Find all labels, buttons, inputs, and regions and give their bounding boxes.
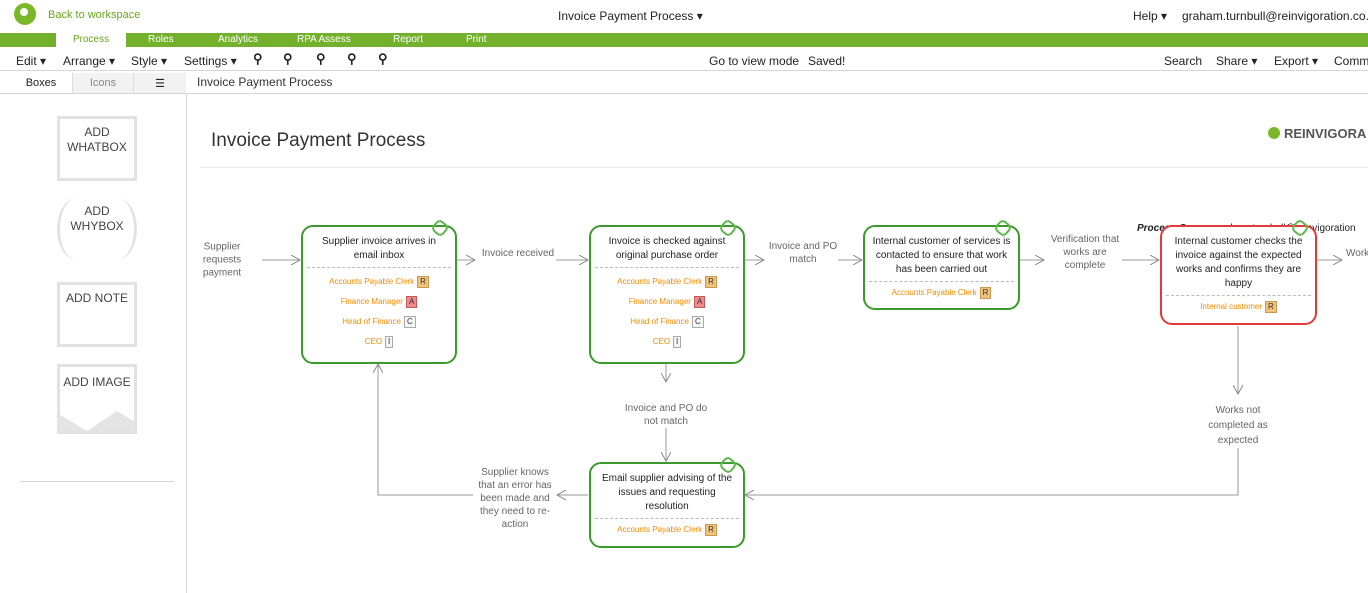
- whatbox-title: Internal customer checks the invoice aga…: [1174, 236, 1303, 289]
- why-works-cut[interactable]: Work: [1346, 247, 1368, 260]
- whatbox[interactable]: Invoice is checked against original purc…: [589, 218, 745, 364]
- whatbox-title: Supplier invoice arrives in email inbox: [322, 236, 436, 261]
- box-separator: [1166, 295, 1311, 296]
- role-name: Head of Finance: [342, 317, 401, 326]
- raci-badge: R: [1265, 301, 1277, 313]
- whatbox[interactable]: Supplier invoice arrives in email inbox …: [301, 218, 457, 364]
- connector: [378, 364, 473, 496]
- whatbox[interactable]: Internal customer of services is contact…: [863, 218, 1020, 310]
- whatbox-title: Internal customer of services is contact…: [872, 236, 1011, 275]
- box-separator: [307, 267, 451, 268]
- why-verification[interactable]: Verification that works are complete: [1044, 233, 1126, 272]
- why-po-match[interactable]: Invoice and PO match: [764, 240, 842, 266]
- connector: [745, 448, 1239, 495]
- role-item[interactable]: CEO I: [303, 336, 455, 348]
- box-separator: [595, 267, 739, 268]
- role-name: Accounts Payable Clerk: [329, 277, 415, 286]
- role-name: CEO: [652, 337, 671, 346]
- whatbox[interactable]: Email supplier advising of the issues an…: [589, 455, 745, 548]
- raci-badge: C: [403, 316, 416, 328]
- role-item[interactable]: Head of Finance C: [303, 316, 455, 328]
- why-invoice-received[interactable]: Invoice received: [478, 247, 558, 260]
- raci-badge: R: [705, 276, 717, 288]
- role-item[interactable]: Finance Manager A: [303, 296, 455, 308]
- role-item[interactable]: Internal customer R: [1162, 301, 1315, 313]
- why-supplier-knows[interactable]: Supplier knows that an error has been ma…: [473, 466, 557, 531]
- role-item[interactable]: Accounts Payable Clerk R: [865, 287, 1018, 299]
- role-name: Accounts Payable Clerk: [891, 288, 977, 297]
- why-supplier-requests[interactable]: Supplier requests payment: [200, 241, 244, 280]
- raci-badge: A: [693, 296, 706, 308]
- whatbox-title: Invoice is checked against original purc…: [608, 236, 726, 261]
- role-name: Finance Manager: [628, 297, 691, 306]
- whatbox[interactable]: Internal customer checks the invoice aga…: [1160, 218, 1317, 325]
- role-item[interactable]: Accounts Payable Clerk R: [591, 276, 743, 288]
- role-name: Accounts Payable Clerk: [617, 277, 703, 286]
- role-name: Finance Manager: [340, 297, 403, 306]
- whatbox-title: Email supplier advising of the issues an…: [601, 473, 733, 512]
- box-separator: [869, 281, 1014, 282]
- box-separator: [595, 518, 739, 519]
- role-item[interactable]: Accounts Payable Clerk R: [303, 276, 455, 288]
- raci-badge: R: [979, 287, 992, 299]
- role-name: Head of Finance: [630, 317, 689, 326]
- raci-badge: R: [417, 276, 429, 288]
- raci-badge: A: [405, 296, 418, 308]
- role-name: Internal customer: [1200, 302, 1263, 311]
- role-item[interactable]: Finance Manager A: [591, 296, 743, 308]
- raci-badge: C: [691, 316, 704, 328]
- role-name: CEO: [364, 337, 383, 346]
- role-item[interactable]: Accounts Payable Clerk R: [591, 524, 743, 536]
- raci-badge: I: [385, 336, 394, 348]
- role-item[interactable]: Head of Finance C: [591, 316, 743, 328]
- role-item[interactable]: CEO I: [591, 336, 743, 348]
- why-po-no-match[interactable]: Invoice and PO do not match: [624, 402, 708, 428]
- raci-badge: I: [673, 336, 682, 348]
- why-works-not-completed[interactable]: Works not completed as expected: [1200, 403, 1276, 448]
- raci-badge: R: [705, 524, 717, 536]
- role-name: Accounts Payable Clerk: [617, 525, 703, 534]
